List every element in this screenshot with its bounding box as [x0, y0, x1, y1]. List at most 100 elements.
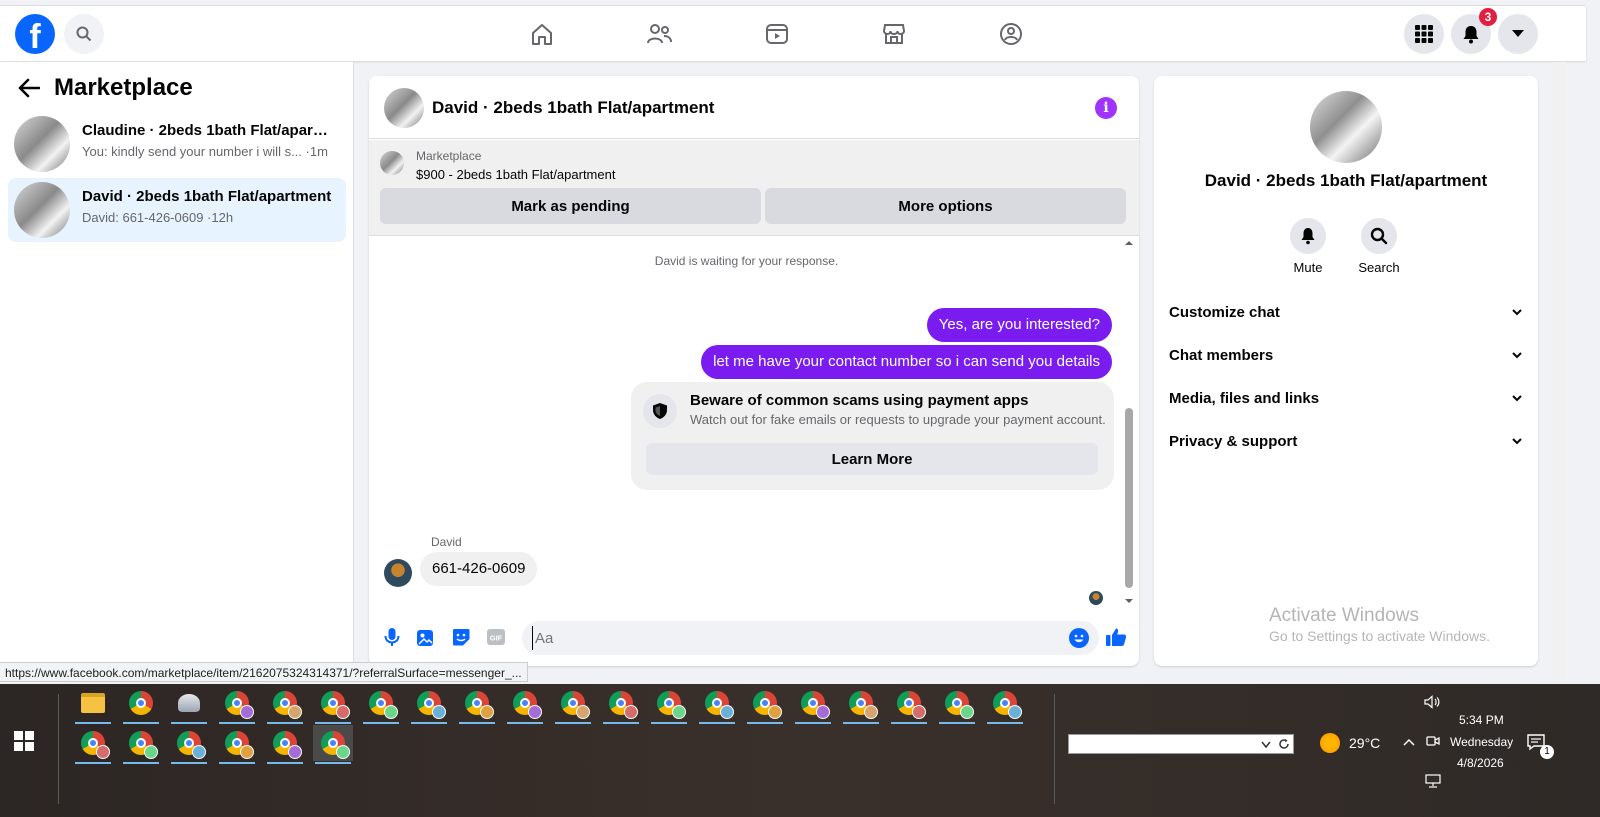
chrome-window-button[interactable]	[985, 685, 1025, 724]
chat-scrollbar[interactable]	[1122, 238, 1136, 606]
page-scrollbar[interactable]	[1552, 62, 1566, 682]
gif-button[interactable]: GIF	[485, 626, 507, 648]
caret-down-icon	[1512, 30, 1524, 37]
sender-avatar[interactable]	[384, 559, 412, 587]
chrome-window-button[interactable]	[217, 725, 257, 764]
chrome-icon	[225, 691, 254, 719]
chrome-window-button[interactable]	[697, 685, 737, 724]
chat-title[interactable]: David · 2beds 1bath Flat/apartment	[432, 98, 714, 118]
conversation-item-active[interactable]: David · 2beds 1bath Flat/apartment David…	[8, 178, 346, 242]
profile-avatar[interactable]	[1310, 91, 1382, 163]
account-button[interactable]	[1498, 14, 1538, 54]
clock-day[interactable]: Wednesday	[1450, 735, 1513, 749]
chevron-up-icon[interactable]	[1403, 738, 1415, 746]
scroll-up-icon[interactable]	[1122, 238, 1136, 248]
listing-title[interactable]: $900 - 2beds 1bath Flat/apartment	[416, 167, 615, 182]
voice-clip-button[interactable]	[381, 626, 403, 648]
top-navigation-bar: f 3	[0, 5, 1586, 61]
chrome-window-button[interactable]	[121, 725, 161, 764]
message-input[interactable]	[532, 626, 1052, 650]
bell-icon[interactable]	[1290, 218, 1326, 254]
shield-icon	[643, 394, 677, 428]
media-files-links-section[interactable]: Media, files and links	[1169, 383, 1523, 413]
microphone-icon	[384, 628, 400, 646]
chrome-icon	[801, 691, 830, 719]
mute-action[interactable]: Mute	[1278, 218, 1338, 275]
emoji-icon[interactable]	[1069, 628, 1089, 648]
chrome-window-button[interactable]	[649, 685, 689, 724]
conversation-item[interactable]: Claudine · 2beds 1bath Flat/apartment Yo…	[8, 112, 346, 176]
attach-photo-button[interactable]	[415, 626, 437, 648]
chevron-down-icon	[1512, 438, 1522, 445]
sticker-button[interactable]	[450, 626, 472, 648]
chrome-window-button[interactable]	[745, 685, 785, 724]
nav-home[interactable]	[528, 20, 556, 48]
temperature[interactable]: 29°C	[1349, 735, 1380, 751]
chrome-window-button[interactable]	[409, 685, 449, 724]
image-icon	[417, 630, 433, 646]
chat-members-section[interactable]: Chat members	[1169, 340, 1523, 370]
privacy-support-section[interactable]: Privacy & support	[1169, 426, 1523, 456]
sidebar-header: Marketplace	[18, 74, 193, 102]
conversation-preview: You: kindly send your number i will s...…	[82, 144, 328, 159]
customize-chat-section[interactable]: Customize chat	[1169, 297, 1523, 327]
search-action[interactable]: Search	[1349, 218, 1409, 275]
chrome-icon	[513, 691, 542, 719]
clock-date[interactable]: 4/8/2026	[1457, 756, 1504, 770]
more-options-button[interactable]: More options	[765, 188, 1126, 224]
refresh-icon[interactable]	[1278, 738, 1290, 750]
send-like-button[interactable]	[1105, 626, 1127, 648]
chrome-window-button[interactable]	[217, 685, 257, 724]
seen-indicator-avatar	[1089, 591, 1103, 605]
facebook-logo[interactable]: f	[15, 14, 55, 54]
avatar[interactable]	[384, 88, 424, 128]
info-icon[interactable]: i	[1095, 97, 1117, 119]
chrome-icon	[321, 691, 350, 719]
chrome-window-button[interactable]	[313, 685, 353, 724]
folder-icon	[81, 693, 105, 713]
notifications-button[interactable]: 3	[1451, 8, 1497, 54]
message-composer[interactable]	[522, 621, 1099, 655]
chrome-window-button[interactable]	[937, 685, 977, 724]
search-icon[interactable]	[1361, 218, 1397, 254]
scroll-thumb[interactable]	[1125, 408, 1133, 588]
speaker-icon[interactable]	[1424, 695, 1440, 709]
search-button[interactable]	[64, 14, 104, 54]
menu-button[interactable]	[1404, 14, 1444, 54]
taskbar-address-field[interactable]	[1068, 734, 1294, 754]
action-center-button[interactable]: 1	[1526, 733, 1554, 759]
chrome-window-button[interactable]	[889, 685, 929, 724]
chrome-window-button[interactable]	[73, 725, 113, 764]
learn-more-button[interactable]: Learn More	[646, 443, 1098, 475]
nav-marketplace[interactable]	[880, 20, 908, 48]
mute-label: Mute	[1293, 260, 1323, 275]
back-arrow-icon[interactable]	[18, 78, 40, 98]
chrome-window-button[interactable]	[457, 685, 497, 724]
chrome-window-button[interactable]	[121, 685, 161, 724]
chrome-window-button[interactable]	[505, 685, 545, 724]
scroll-down-icon[interactable]	[1122, 596, 1136, 606]
network-icon[interactable]	[1425, 774, 1441, 788]
chrome-window-button[interactable]	[793, 685, 833, 724]
chrome-window-button[interactable]	[361, 685, 401, 724]
file-explorer-button[interactable]	[73, 685, 113, 724]
nav-groups[interactable]	[997, 20, 1025, 48]
listing-thumbnail[interactable]	[380, 151, 404, 175]
weather-icon[interactable]	[1320, 733, 1340, 753]
chrome-window-button[interactable]	[265, 685, 305, 724]
clock-time[interactable]: 5:34 PM	[1459, 713, 1504, 727]
nav-friends[interactable]	[645, 20, 673, 48]
mark-as-pending-button[interactable]: Mark as pending	[380, 188, 761, 224]
nav-video[interactable]	[763, 20, 791, 48]
start-button[interactable]	[14, 731, 34, 751]
scam-warning-subtitle: Watch out for fake emails or requests to…	[690, 412, 1106, 427]
meet-now-icon[interactable]	[1426, 734, 1440, 748]
chrome-icon	[177, 731, 206, 759]
taskbar-app-button[interactable]	[169, 685, 209, 724]
chrome-window-button[interactable]	[313, 725, 353, 764]
chrome-window-button[interactable]	[265, 725, 305, 764]
chrome-window-button[interactable]	[841, 685, 881, 724]
chrome-window-button[interactable]	[601, 685, 641, 724]
chrome-window-button[interactable]	[553, 685, 593, 724]
chrome-window-button[interactable]	[169, 725, 209, 764]
